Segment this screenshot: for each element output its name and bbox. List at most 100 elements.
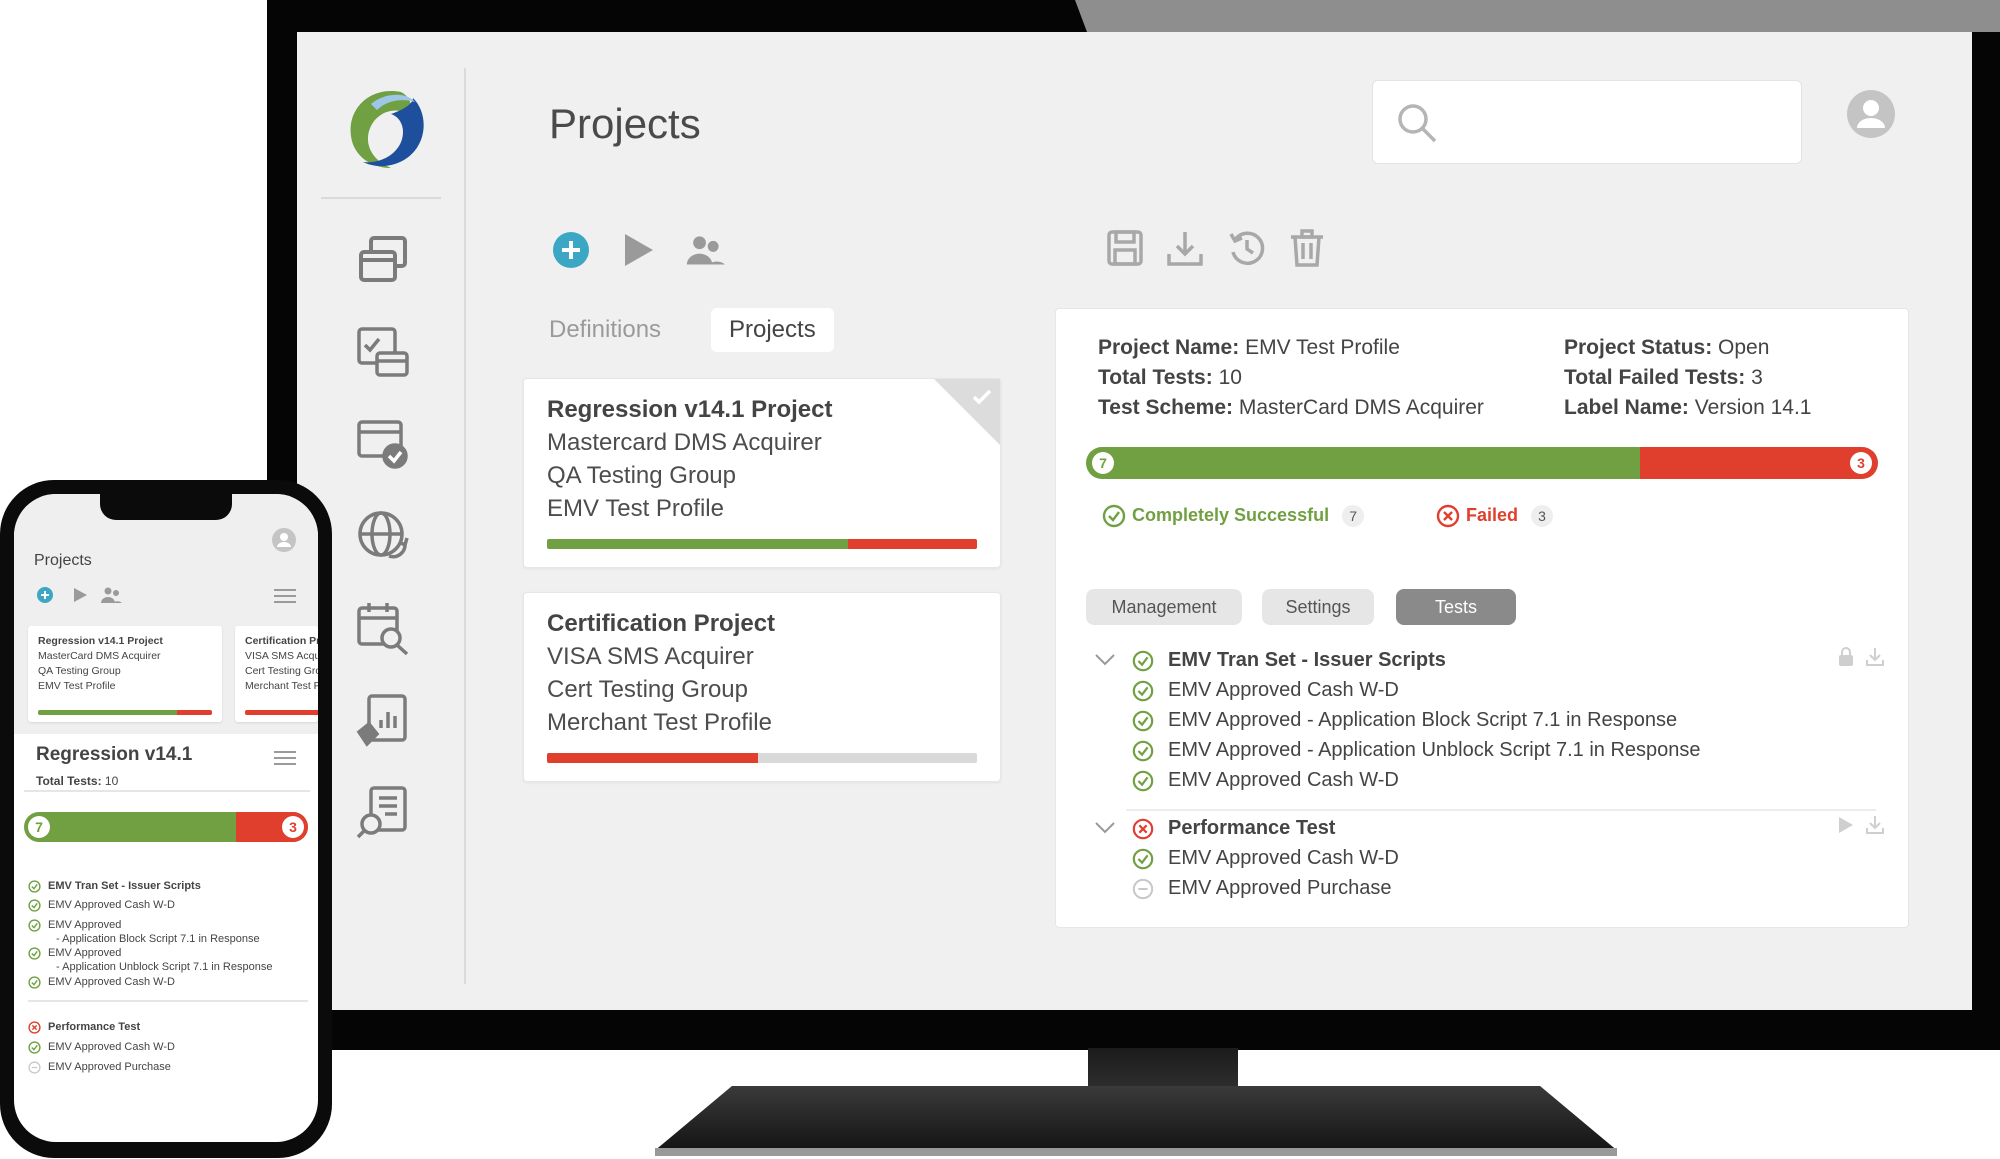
test-group-title: Performance Test: [1168, 817, 1336, 839]
trash-icon[interactable]: [1287, 228, 1327, 268]
success-icon: [1132, 770, 1154, 792]
success-icon: [1132, 680, 1154, 702]
test-group-row[interactable]: Performance Test: [1132, 813, 1632, 843]
checklist-card-icon[interactable]: [355, 325, 411, 381]
success-icon: [1132, 710, 1154, 732]
phone-test-row[interactable]: EMV Approved: [28, 918, 298, 932]
menu-icon[interactable]: [274, 588, 296, 604]
calendar-search-icon[interactable]: [355, 600, 411, 656]
test-group-row[interactable]: EMV Tran Set - Issuer Scripts: [1132, 645, 1632, 675]
phone-test-group-row[interactable]: Performance Test: [28, 1020, 298, 1034]
app-logo: [350, 91, 424, 168]
logo-divider: [321, 197, 441, 199]
pending-icon: [28, 1061, 41, 1074]
download-icon[interactable]: [1866, 815, 1884, 835]
group-divider: [1126, 809, 1876, 811]
play-icon[interactable]: [617, 230, 657, 270]
users-icon[interactable]: [685, 230, 725, 270]
document-search-icon[interactable]: [355, 784, 411, 840]
phone-card-line: Merchant Test Profile: [245, 680, 318, 692]
chevron-down-icon[interactable]: [1094, 821, 1116, 835]
phone-project-card[interactable]: Certification Project VISA SMS Acquirer …: [235, 626, 318, 722]
phone-notch: [100, 494, 232, 520]
project-card[interactable]: Regression v14.1 Project Mastercard DMS …: [523, 378, 1001, 568]
card-check-icon[interactable]: [355, 416, 411, 472]
phone-test-label: - Application Unblock Script 7.1 in Resp…: [56, 961, 273, 973]
search-input[interactable]: [1372, 80, 1802, 164]
test-row[interactable]: EMV Approved Purchase: [1132, 873, 1852, 903]
fail-icon: [1132, 818, 1154, 840]
phone-screen: Projects Regression v14.1 Project Master…: [14, 494, 318, 1142]
chevron-down-icon[interactable]: [1094, 653, 1116, 667]
project-status-value: Open: [1718, 336, 1770, 359]
users-icon[interactable]: [100, 586, 122, 604]
project-card-line: Mastercard DMS Acquirer: [547, 429, 822, 456]
progress-success: [1086, 447, 1641, 479]
phone-project-card[interactable]: Regression v14.1 Project MasterCard DMS …: [28, 626, 222, 722]
phone-test-row[interactable]: EMV Approved: [28, 946, 298, 960]
subtab-management[interactable]: Management: [1086, 589, 1242, 625]
phone-progress-bar: [38, 710, 212, 715]
phone-card-title: Regression v14.1 Project: [38, 635, 163, 647]
tab-definitions[interactable]: Definitions: [531, 308, 679, 352]
test-row[interactable]: EMV Approved Cash W-D: [1132, 843, 1852, 873]
total-failed-value: 3: [1751, 366, 1763, 389]
project-progress-bar: [547, 753, 977, 763]
lock-icon[interactable]: [1838, 647, 1854, 667]
globe-refresh-icon[interactable]: [355, 508, 411, 564]
user-avatar-icon[interactable]: [1847, 90, 1895, 138]
test-label: EMV Approved Cash W-D: [1168, 679, 1399, 701]
desktop-screen: Projects Definitions Projects Regression…: [297, 32, 1972, 1010]
project-card-line: EMV Test Profile: [547, 495, 724, 522]
windows-icon[interactable]: [355, 232, 411, 288]
phone-test-row[interactable]: EMV Approved Cash W-D: [28, 975, 298, 989]
add-icon[interactable]: [551, 230, 591, 270]
phone-test-label: - Application Block Script 7.1 in Respon…: [56, 933, 260, 945]
test-row[interactable]: EMV Approved - Application Unblock Scrip…: [1132, 735, 1852, 765]
monitor-stand-base: [655, 1086, 1617, 1151]
history-icon[interactable]: [1227, 228, 1267, 268]
download-icon[interactable]: [1165, 228, 1205, 268]
monitor-glare: [1075, 0, 2000, 32]
progress-fail: [547, 753, 758, 763]
test-row[interactable]: EMV Approved Cash W-D: [1132, 765, 1852, 795]
fail-icon: [1436, 504, 1460, 528]
test-row[interactable]: EMV Approved - Application Block Script …: [1132, 705, 1852, 735]
report-chart-icon[interactable]: [355, 692, 411, 748]
tab-projects[interactable]: Projects: [711, 308, 834, 352]
success-icon: [1132, 740, 1154, 762]
test-label: EMV Approved - Application Unblock Scrip…: [1168, 739, 1701, 761]
phone-test-row[interactable]: EMV Approved Cash W-D: [28, 898, 298, 912]
success-icon: [28, 899, 41, 912]
play-icon[interactable]: [72, 586, 88, 604]
phone-card-line: QA Testing Group: [38, 665, 121, 677]
phone-test-label: EMV Approved: [48, 947, 122, 959]
menu-icon[interactable]: [274, 750, 296, 766]
progress-fail: [848, 539, 977, 549]
legend-success-label: Completely Successful: [1132, 505, 1330, 525]
subtab-tests[interactable]: Tests: [1396, 589, 1516, 625]
test-row[interactable]: EMV Approved Cash W-D: [1132, 675, 1852, 705]
monitor-stand-edge: [655, 1148, 1617, 1156]
play-icon[interactable]: [1838, 815, 1854, 835]
phone-test-label: EMV Approved Purchase: [48, 1061, 171, 1073]
save-icon[interactable]: [1105, 228, 1145, 268]
label-name-field: Label Name: Version 14.1: [1564, 393, 1811, 423]
phone-test-row[interactable]: EMV Approved Purchase: [28, 1060, 298, 1074]
legend-fail-label: Failed: [1466, 505, 1519, 525]
legend-success: Completely Successful 7: [1102, 504, 1365, 528]
subtab-settings[interactable]: Settings: [1262, 589, 1374, 625]
success-icon: [28, 947, 41, 960]
phone-test-row[interactable]: EMV Approved Cash W-D: [28, 1040, 298, 1054]
project-status-label: Project Status:: [1564, 336, 1713, 359]
download-icon[interactable]: [1866, 647, 1884, 667]
add-icon[interactable]: [36, 586, 54, 604]
phone-test-label: EMV Approved Cash W-D: [48, 976, 175, 988]
phone-test-group-row[interactable]: EMV Tran Set - Issuer Scripts: [28, 879, 298, 893]
test-label: EMV Approved Cash W-D: [1168, 769, 1399, 791]
success-icon: [1102, 504, 1126, 528]
project-card[interactable]: Certification Project VISA SMS Acquirer …: [523, 592, 1001, 782]
phone-test-label: EMV Approved Cash W-D: [48, 1041, 175, 1053]
project-card-line: QA Testing Group: [547, 462, 736, 489]
user-avatar-icon[interactable]: [272, 528, 296, 552]
